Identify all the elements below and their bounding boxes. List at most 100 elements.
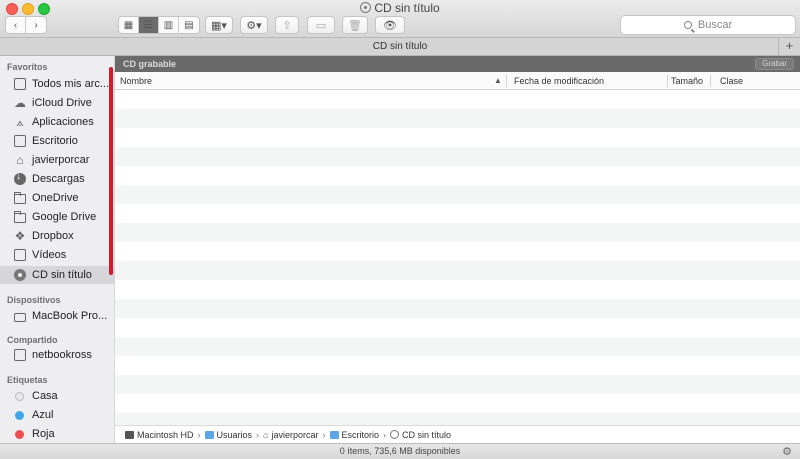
column-header-clase[interactable]: Clase — [720, 72, 743, 90]
trash-button[interactable]: 🗑︎ — [342, 16, 368, 34]
column-divider[interactable] — [710, 75, 711, 87]
sidebar-item-escritorio[interactable]: Escritorio — [14, 132, 78, 150]
coverflow-view-icon: ▤ — [184, 19, 194, 31]
sidebar-item-netbookross[interactable]: netbookross — [14, 346, 92, 364]
column-divider[interactable] — [506, 75, 507, 87]
sidebar-item-todos-mis-archivos[interactable]: Todos mis arc... — [14, 75, 109, 93]
home-icon: ⌂ — [263, 429, 269, 440]
dropbox-icon: ❖ — [14, 229, 26, 243]
tab-cd-sin-titulo[interactable]: CD sin título — [373, 41, 427, 52]
window-title: CD sin título — [0, 1, 800, 15]
chevron-right-icon: › — [34, 19, 38, 31]
folder-icon — [329, 430, 339, 439]
path-crumb-escritorio[interactable]: Escritorio — [329, 430, 379, 440]
icon-view-button[interactable]: ▦ — [119, 17, 139, 33]
share-icon: ⇪ — [282, 19, 292, 32]
column-header-nombre[interactable]: Nombre — [120, 72, 152, 90]
chevron-right-icon: › — [256, 429, 260, 440]
cd-icon — [14, 269, 26, 281]
gear-icon[interactable]: ⚙ — [782, 445, 792, 459]
path-crumb-cd-sin-titulo[interactable]: CD sin título — [390, 429, 451, 440]
icon-view-icon: ▦ — [123, 19, 134, 31]
path-crumb-usuarios[interactable]: Usuarios — [204, 430, 252, 440]
folder-icon — [14, 210, 26, 223]
all-files-icon — [14, 78, 26, 90]
eye-icon: 👁︎ — [383, 19, 397, 32]
path-bar: Macintosh HD › Usuarios › ⌂ javierporcar … — [115, 425, 800, 443]
arrange-icon: ▦▾ — [211, 19, 227, 32]
sidebar-item-javierporcar[interactable]: ⌂ javierporcar — [14, 151, 89, 169]
chevron-right-icon: › — [383, 429, 387, 440]
cd-icon — [390, 429, 400, 439]
cd-icon — [360, 2, 372, 13]
chevron-right-icon: › — [197, 429, 201, 440]
gear-icon: ⚙▾ — [246, 19, 262, 32]
tag-color-dot-icon — [15, 410, 24, 420]
forward-button[interactable]: › — [26, 17, 46, 33]
sidebar-section-dispositivos: Dispositivos — [7, 295, 61, 305]
search-icon — [683, 21, 692, 29]
sidebar-section-etiquetas: Etiquetas — [7, 375, 48, 385]
sidebar-tag-azul[interactable]: Azul — [14, 406, 53, 424]
action-button[interactable]: ⚙▾ — [240, 16, 268, 34]
column-view-button[interactable]: ▥ — [159, 17, 179, 33]
sidebar-item-dropbox[interactable]: ❖ Dropbox — [14, 227, 74, 245]
tag-icon: ▭ — [315, 19, 327, 32]
folder-icon — [14, 191, 26, 204]
column-headers: Nombre ▲ Fecha de modificación Tamaño Cl… — [115, 72, 800, 90]
column-divider[interactable] — [667, 75, 668, 87]
tab-bar: CD sin título + — [0, 38, 800, 56]
plus-icon: + — [785, 38, 794, 53]
network-computer-icon — [14, 349, 26, 361]
sidebar-item-macbook-pro[interactable]: MacBook Pro... — [14, 307, 107, 325]
hard-drive-icon — [125, 430, 134, 439]
trash-icon: 🗑︎ — [348, 19, 362, 32]
list-view-icon: ☰ — [144, 19, 153, 31]
sidebar-item-google-drive[interactable]: Google Drive — [14, 208, 96, 226]
sidebar-item-videos[interactable]: Vídeos — [14, 246, 66, 264]
path-crumb-macintosh-hd[interactable]: Macintosh HD — [125, 430, 194, 440]
column-header-fecha[interactable]: Fecha de modificación — [514, 72, 604, 90]
chevron-left-icon: ‹ — [13, 19, 18, 31]
coverflow-view-button[interactable]: ▤ — [179, 17, 199, 33]
highlight-annotation-bar — [109, 67, 113, 275]
new-tab-button[interactable]: + — [778, 38, 800, 55]
downloads-icon — [14, 171, 26, 185]
sidebar-item-onedrive[interactable]: OneDrive — [14, 189, 78, 207]
sidebar: Favoritos Todos mis arc... ☁ iCloud Drive… — [0, 56, 115, 443]
cloud-icon: ☁ — [14, 96, 26, 110]
burn-button[interactable]: Grabar — [755, 58, 794, 70]
sidebar-item-aplicaciones[interactable]: ⟑ Aplicaciones — [14, 113, 93, 131]
burnable-cd-header: CD grabable Grabar — [115, 56, 800, 72]
status-text: 0 ítems, 735,6 MB disponibles — [339, 446, 461, 456]
sidebar-item-icloud-drive[interactable]: ☁ iCloud Drive — [14, 94, 92, 112]
tag-color-dot-icon — [15, 429, 24, 439]
sidebar-tag-casa[interactable]: Casa — [14, 387, 58, 405]
home-icon: ⌂ — [16, 153, 24, 167]
list-view-button[interactable]: ☰ — [139, 17, 159, 33]
column-header-tamano[interactable]: Tamaño — [671, 72, 703, 90]
column-view-icon: ▥ — [163, 19, 174, 31]
view-mode-selector: ▦ ☰ ▥ ▤ — [118, 16, 200, 34]
share-button[interactable]: ⇪ — [275, 16, 299, 34]
sidebar-item-cd-sin-titulo[interactable]: CD sin título — [0, 266, 115, 284]
back-button[interactable]: ‹ — [6, 17, 26, 33]
sidebar-item-descargas[interactable]: Descargas — [14, 170, 85, 188]
sort-ascending-icon: ▲ — [494, 76, 502, 85]
empty-file-rows[interactable] — [115, 90, 800, 425]
window-toolbar: CD sin título ‹ › ▦ ☰ ▥ ▤ ▦▾ ⚙▾ ⇪ ▭ 🗑︎ 👁… — [0, 0, 800, 38]
search-field[interactable]: Buscar — [620, 15, 796, 35]
laptop-icon — [14, 312, 26, 322]
tag-color-dot-icon — [15, 391, 24, 401]
arrange-button[interactable]: ▦▾ — [205, 16, 233, 34]
path-crumb-javierporcar[interactable]: ⌂ javierporcar — [263, 430, 318, 440]
edit-tags-button[interactable]: ▭ — [307, 16, 335, 34]
applications-icon: ⟑ — [16, 115, 24, 129]
sidebar-section-compartido: Compartido — [7, 335, 58, 345]
quick-look-button[interactable]: 👁︎ — [375, 16, 405, 34]
chevron-right-icon: › — [322, 429, 326, 440]
movies-icon — [14, 249, 26, 261]
sidebar-section-favoritos: Favoritos — [7, 62, 48, 72]
sidebar-tag-roja[interactable]: Roja — [14, 425, 55, 443]
file-list-area[interactable]: CD grabable Grabar Nombre ▲ Fecha de mod… — [115, 56, 800, 425]
